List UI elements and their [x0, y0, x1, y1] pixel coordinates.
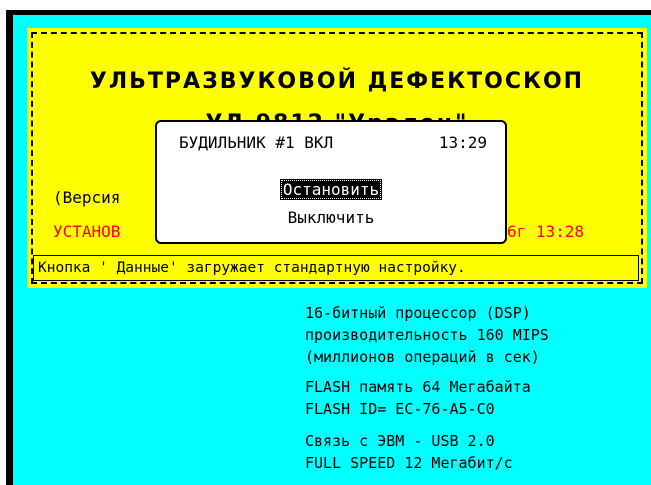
alarm-dialog: БУДИЛЬНИК #1 ВКЛ 13:29 Остановить Выключ…: [155, 120, 507, 244]
setup-status-right: 6г 13:28: [507, 222, 585, 241]
version-text: (Версия: [53, 188, 121, 207]
stop-alarm-button[interactable]: Остановить: [157, 179, 505, 200]
spec-cpu-line-2: производительность 160 MIPS: [305, 326, 549, 344]
alarm-time: 13:29: [438, 133, 487, 152]
disable-alarm-button[interactable]: Выключить: [157, 208, 505, 227]
spec-flash-line-1: FLASH память 64 Мегабайта: [305, 378, 531, 396]
stop-alarm-label: Остановить: [279, 179, 383, 200]
spec-usb-line-2: FULL SPEED 12 Мегабит/с: [305, 454, 513, 472]
disable-alarm-label: Выключить: [287, 208, 375, 227]
spec-cpu-line-1: 16-битный процессор (DSP): [305, 304, 531, 322]
setup-status-left: УСТАНОВ: [53, 222, 121, 241]
spec-usb-line-1: Связь с ЭВМ - USB 2.0: [305, 432, 495, 450]
alarm-title: БУДИЛЬНИК #1 ВКЛ: [179, 133, 334, 152]
data-button-note: Кнопка ' Данные' загружает стандартную н…: [33, 255, 639, 281]
device-title: УЛЬТРАЗВУКОВОЙ ДЕФЕКТОСКОП: [89, 69, 585, 94]
spec-flash-line-2: FLASH ID= EC-76-A5-C0: [305, 400, 495, 418]
spec-cpu-line-3: (миллионов операций в сек): [305, 348, 540, 366]
